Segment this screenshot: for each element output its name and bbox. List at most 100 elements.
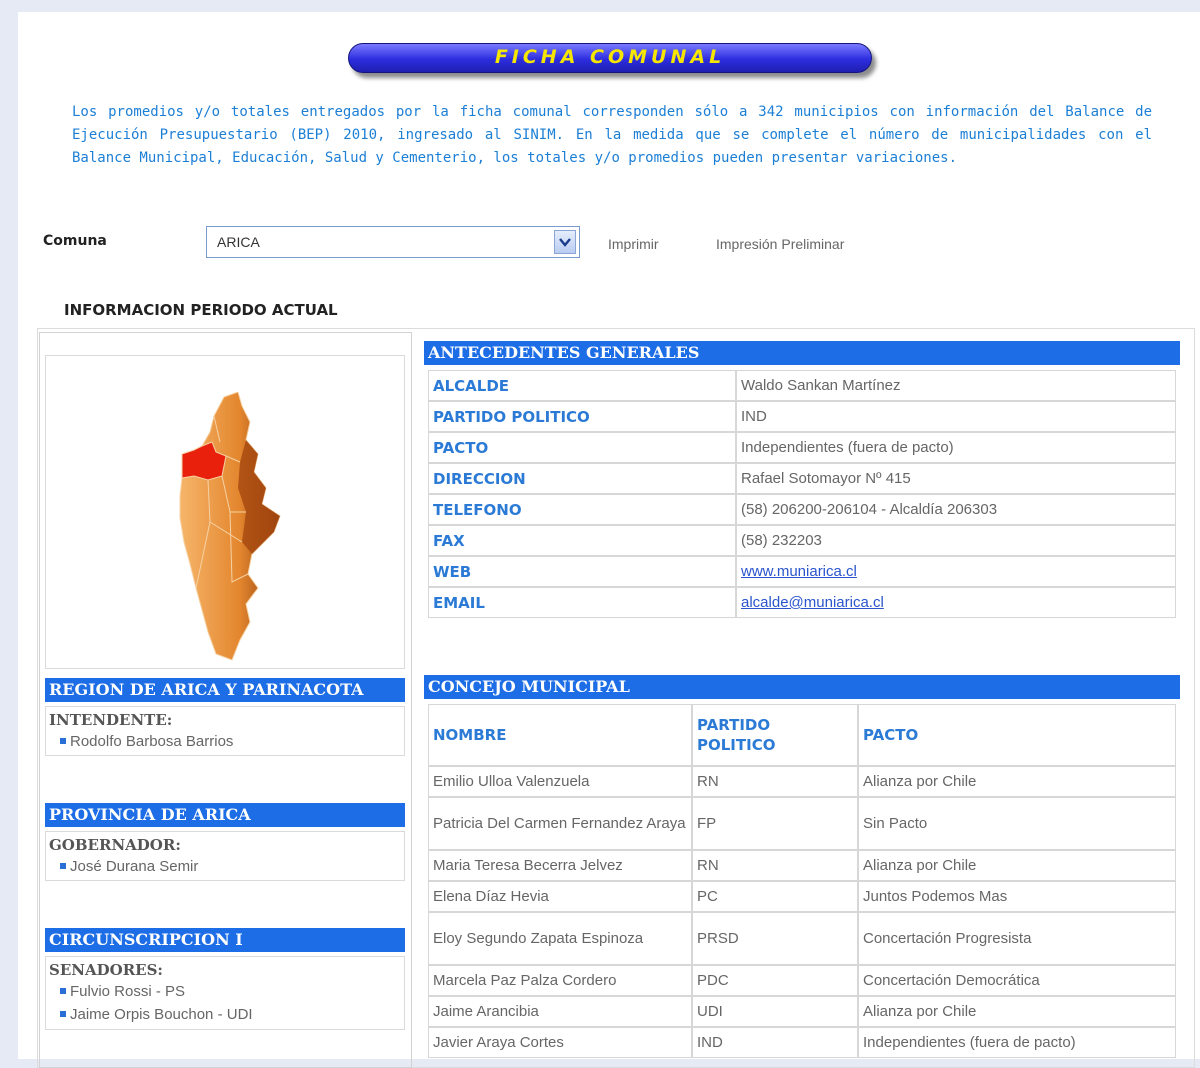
table-row: FAX (58) 232203 — [428, 525, 1176, 556]
gobernador-name: José Durana Semir — [70, 858, 199, 875]
list-item: Rodolfo Barbosa Barrios — [60, 733, 233, 750]
nombre-cell: Javier Araya Cortes — [428, 1027, 692, 1058]
comuna-select-value: ARICA — [217, 234, 260, 250]
region-header: REGION DE ARICA Y PARINACOTA — [45, 678, 405, 702]
table-row: PACTO Independientes (fuera de pacto) — [428, 432, 1176, 463]
provincia-box: GOBERNADOR: José Durana Semir — [45, 831, 405, 881]
intro-note: Los promedios y/o totales entregados por… — [72, 104, 1152, 166]
partido-cell: UDI — [692, 996, 858, 1027]
region-box: INTENDENTE: Rodolfo Barbosa Barrios — [45, 706, 405, 756]
pacto-cell: Concertación Democrática — [858, 965, 1176, 996]
comuna-label: Comuna — [43, 233, 107, 249]
web-cell: www.muniarica.cl — [736, 556, 1176, 587]
square-bullet-icon — [60, 1011, 66, 1018]
table-row: Emilio Ulloa Valenzuela RN Alianza por C… — [428, 766, 1176, 797]
partido-cell: PC — [692, 881, 858, 912]
comuna-select[interactable]: ARICA — [206, 226, 580, 258]
partido-label: PARTIDO POLITICO — [428, 401, 736, 432]
partido-cell: PRSD — [692, 912, 858, 965]
table-row: WEB www.muniarica.cl — [428, 556, 1176, 587]
partido-cell: FP — [692, 797, 858, 850]
list-item: Fulvio Rossi - PS — [60, 983, 185, 1000]
table-header-row: NOMBRE PARTIDO POLITICO PACTO — [428, 704, 1176, 766]
table-row: Eloy Segundo Zapata Espinoza PRSD Concer… — [428, 912, 1176, 965]
senadores-label: SENADORES: — [49, 961, 163, 979]
concejo-table: NOMBRE PARTIDO POLITICO PACTO Emilio Ull… — [428, 704, 1176, 1058]
table-row: EMAIL alcalde@muniarica.cl — [428, 587, 1176, 618]
pacto-cell: Independientes (fuera de pacto) — [858, 1027, 1176, 1058]
nombre-cell: Jaime Arancibia — [428, 996, 692, 1027]
web-link[interactable]: www.muniarica.cl — [741, 563, 857, 580]
telefono-value: (58) 206200-206104 - Alcaldía 206303 — [736, 494, 1176, 525]
partido-value: IND — [736, 401, 1176, 432]
ficha-title-banner: FICHA COMUNAL — [348, 43, 872, 73]
partido-cell: RN — [692, 766, 858, 797]
table-row: TELEFONO (58) 206200-206104 - Alcaldía 2… — [428, 494, 1176, 525]
email-cell: alcalde@muniarica.cl — [736, 587, 1176, 618]
pacto-cell: Sin Pacto — [858, 797, 1176, 850]
pacto-cell: Juntos Podemos Mas — [858, 881, 1176, 912]
pacto-cell: Alianza por Chile — [858, 996, 1176, 1027]
table-row: Elena Díaz Hevia PC Juntos Podemos Mas — [428, 881, 1176, 912]
list-item: José Durana Semir — [60, 858, 198, 875]
nombre-cell: Maria Teresa Becerra Jelvez — [428, 850, 692, 881]
table-row: Marcela Paz Palza Cordero PDC Concertaci… — [428, 965, 1176, 996]
circunscripcion-header: CIRCUNSCRIPCION I — [45, 928, 405, 952]
table-row: Javier Araya Cortes IND Independientes (… — [428, 1027, 1176, 1058]
table-row: Patricia Del Carmen Fernandez Araya FP S… — [428, 797, 1176, 850]
fax-label: FAX — [428, 525, 736, 556]
email-label: EMAIL — [428, 587, 736, 618]
partido-cell: RN — [692, 850, 858, 881]
list-item: Jaime Orpis Bouchon - UDI — [60, 1006, 253, 1023]
senador-name: Fulvio Rossi - PS — [70, 983, 186, 1000]
square-bullet-icon — [60, 863, 66, 870]
email-link[interactable]: alcalde@muniarica.cl — [741, 594, 884, 611]
nombre-cell: Emilio Ulloa Valenzuela — [428, 766, 692, 797]
partido-column-header: PARTIDO POLITICO — [692, 704, 858, 766]
nombre-cell: Patricia Del Carmen Fernandez Araya — [428, 797, 692, 850]
web-label: WEB — [428, 556, 736, 587]
table-row: Maria Teresa Becerra Jelvez RN Alianza p… — [428, 850, 1176, 881]
pacto-column-header: PACTO — [858, 704, 1176, 766]
gobernador-label: GOBERNADOR: — [49, 836, 181, 854]
nombre-cell: Marcela Paz Palza Cordero — [428, 965, 692, 996]
map-subregion-dark — [238, 440, 280, 554]
antecedentes-table: ALCALDE Waldo Sankan Martínez PARTIDO PO… — [428, 370, 1176, 618]
alcalde-label: ALCALDE — [428, 370, 736, 401]
senador-name: Jaime Orpis Bouchon - UDI — [70, 1006, 253, 1023]
table-row: Jaime Arancibia UDI Alianza por Chile — [428, 996, 1176, 1027]
pacto-cell: Alianza por Chile — [858, 850, 1176, 881]
pacto-label: PACTO — [428, 432, 736, 463]
partido-cell: IND — [692, 1027, 858, 1058]
table-row: PARTIDO POLITICO IND — [428, 401, 1176, 432]
concejo-header: CONCEJO MUNICIPAL — [424, 675, 1180, 699]
alcalde-value: Waldo Sankan Martínez — [736, 370, 1176, 401]
pacto-cell: Alianza por Chile — [858, 766, 1176, 797]
nombre-column-header: NOMBRE — [428, 704, 692, 766]
nombre-cell: Elena Díaz Hevia — [428, 881, 692, 912]
table-row: DIRECCION Rafael Sotomayor Nº 415 — [428, 463, 1176, 494]
circunscripcion-box: SENADORES: Fulvio Rossi - PS Jaime Orpis… — [45, 956, 405, 1030]
page-title: FICHA COMUNAL — [494, 46, 726, 68]
region-map-image — [179, 392, 281, 661]
print-link[interactable]: Imprimir — [608, 236, 659, 252]
telefono-label: TELEFONO — [428, 494, 736, 525]
pacto-cell: Concertación Progresista — [858, 912, 1176, 965]
table-row: ALCALDE Waldo Sankan Martínez — [428, 370, 1176, 401]
partido-cell: PDC — [692, 965, 858, 996]
provincia-header: PROVINCIA DE ARICA — [45, 803, 405, 827]
square-bullet-icon — [60, 738, 66, 745]
antecedentes-header: ANTECEDENTES GENERALES — [424, 341, 1180, 365]
fax-value: (58) 232203 — [736, 525, 1176, 556]
page: FICHA COMUNAL Los promedios y/o totales … — [18, 12, 1200, 1068]
nombre-cell: Eloy Segundo Zapata Espinoza — [428, 912, 692, 965]
chevron-down-icon[interactable] — [554, 230, 576, 254]
intendente-name: Rodolfo Barbosa Barrios — [70, 733, 234, 750]
print-preview-link[interactable]: Impresión Preliminar — [716, 236, 844, 252]
intendente-label: INTENDENTE: — [49, 711, 173, 729]
direccion-label: DIRECCION — [428, 463, 736, 494]
direccion-value: Rafael Sotomayor Nº 415 — [736, 463, 1176, 494]
pacto-value: Independientes (fuera de pacto) — [736, 432, 1176, 463]
square-bullet-icon — [60, 988, 66, 995]
section-title: INFORMACION PERIODO ACTUAL — [64, 301, 338, 319]
